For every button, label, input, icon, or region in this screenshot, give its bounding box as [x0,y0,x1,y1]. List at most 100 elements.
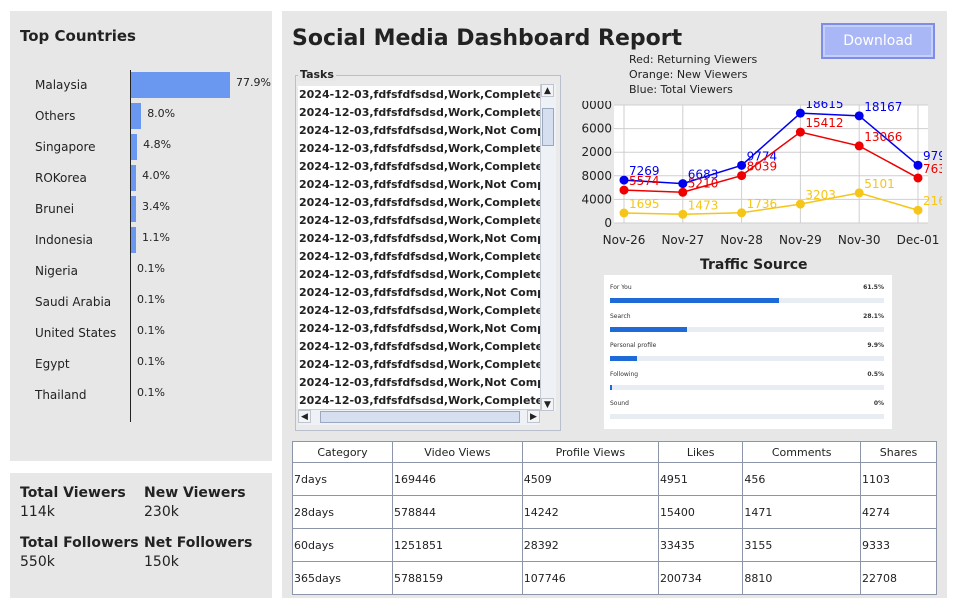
table-cell: 14242 [521,495,659,529]
data-point [737,208,747,218]
data-point [854,188,864,198]
traffic-source-value: 0% [873,400,884,407]
x-tick-label: Nov-26 [603,233,646,247]
table-cell: 1251851 [391,528,523,562]
country-bar [131,103,142,129]
data-point [619,175,629,185]
task-list-item[interactable]: 2024-12-03,fdfsfdfsdsd,Work,Completed [298,302,542,320]
traffic-source-label: Search [610,313,631,320]
y-tick-label: 16000 [582,122,612,136]
table-row[interactable]: 365days 5788159 107746 200734 8810 22708 [292,561,938,595]
country-label: ROKorea [35,171,87,185]
task-list-item[interactable]: 2024-12-03,fdfsfdfsdsd,Work,Completed [298,158,542,176]
task-list-item[interactable]: 2024-12-03,fdfsfdfsdsd,Work,Completed [298,356,542,374]
data-point [795,199,805,209]
top-countries-title: Top Countries [20,27,136,45]
table-row[interactable]: 60days 1251851 28392 33435 3155 9333 [292,528,938,562]
task-list-item[interactable]: 2024-12-03,fdfsfdfsdsd,Work,Completed [298,194,542,212]
task-list-item[interactable]: 2024-12-03,fdfsfdfsdsd,Work,Completed [298,140,542,158]
y-tick-label: 8000 [582,169,612,183]
data-point [678,187,688,197]
data-label: 5574 [629,174,660,188]
table-column-header[interactable]: Video Views [391,441,523,463]
country-value-label: 0.1% [137,262,165,275]
task-list-item[interactable]: 2024-12-03,fdfsfdfsdsd,Work,Completed [298,266,542,284]
traffic-source-bar-track [610,327,884,332]
table-row[interactable]: 7days 169446 4509 4951 456 1103 [292,462,938,496]
table-row[interactable]: 28days 578844 14242 15400 1471 4274 [292,495,938,529]
data-label: 5210 [688,176,719,190]
table-cell: 5788159 [391,561,523,595]
table-cell: 28392 [521,528,659,562]
table-column-header[interactable]: Shares [859,441,938,463]
country-label: Saudi Arabia [35,295,112,309]
scroll-down-icon[interactable]: ▼ [541,398,554,411]
stat-total-viewers-label: Total Viewers [20,485,126,501]
data-point [913,160,923,170]
task-list-item[interactable]: 2024-12-03,fdfsfdfsdsd,Work,Not Complete… [298,320,542,338]
table-cell: 22708 [859,561,938,595]
table-cell: 4509 [521,462,659,496]
data-label: 15412 [805,116,843,130]
tasks-list[interactable]: 2024-12-03,fdfsfdfsdsd,Work,Completed 202… [298,86,542,410]
table-cell: 33435 [657,528,744,562]
task-list-item[interactable]: 2024-12-03,fdfsfdfsdsd,Work,Not Complete… [298,122,542,140]
country-value-label: 77.9% [236,76,271,89]
country-label: Nigeria [35,264,78,278]
stat-total-viewers: Total Viewers 114k [20,484,126,522]
traffic-source-bar-fill [610,356,638,361]
tasks-horizontal-scrollbar[interactable]: ◀ ▶ [298,409,540,425]
table-cell: 7days [292,462,393,496]
data-point [795,127,805,137]
country-label: Brunei [35,202,75,216]
table-cell: 456 [742,462,861,496]
task-list-item[interactable]: 2024-12-03,fdfsfdfsdsd,Work,Completed [298,248,542,266]
data-label: 3203 [805,188,836,202]
table-column-header[interactable]: Likes [657,441,744,463]
task-list-item[interactable]: 2024-12-03,fdfsfdfsdsd,Work,Completed [298,212,542,230]
data-label: 1695 [629,197,660,211]
scroll-up-icon[interactable]: ▲ [541,84,554,97]
horizontal-scroll-thumb[interactable] [320,411,520,423]
scroll-left-icon[interactable]: ◀ [298,410,311,423]
country-value-label: 0.1% [137,293,165,306]
table-column-header[interactable]: Comments [742,441,861,463]
stat-net-followers-label: Net Followers [144,535,253,551]
legend-total-viewers: Blue: Total Viewers [629,83,733,96]
country-value-label: 8.0% [147,107,176,120]
data-label: 18615 [805,101,843,111]
metrics-table: Category Video Views Profile Views Likes Com… [292,441,938,595]
traffic-source-bar-track [610,385,884,390]
task-list-item[interactable]: 2024-12-03,fdfsfdfsdsd,Work,Completed [298,392,542,410]
vertical-scroll-thumb[interactable] [542,108,554,146]
stat-new-viewers-value: 230k [144,504,179,520]
traffic-source-value: 0.5% [867,371,884,378]
table-column-header[interactable]: Profile Views [521,441,659,463]
task-list-item[interactable]: 2024-12-03,fdfsfdfsdsd,Work,Completed [298,86,542,104]
stat-new-viewers-label: New Viewers [144,485,246,501]
stat-total-followers-value: 550k [20,554,55,570]
data-point [913,205,923,215]
scroll-right-icon[interactable]: ▶ [527,410,540,423]
task-list-item[interactable]: 2024-12-03,fdfsfdfsdsd,Work,Not Complete… [298,284,542,302]
task-list-item[interactable]: 2024-12-03,fdfsfdfsdsd,Work,Completed [298,104,542,122]
table-column-header[interactable]: Category [292,441,393,463]
country-label: United States [35,326,117,340]
y-tick-label: 0 [604,216,612,230]
table-cell: 1103 [859,462,938,496]
stats-panel: Total Viewers 114k New Viewers 230k Tota… [10,473,272,598]
task-list-item[interactable]: 2024-12-03,fdfsfdfsdsd,Work,Not Complete… [298,230,542,248]
data-point [678,179,688,189]
tasks-title: Tasks [298,68,336,81]
tasks-vertical-scrollbar[interactable]: ▲ ▼ [540,84,556,411]
traffic-source-label: Sound [610,400,629,407]
table-cell: 4951 [657,462,744,496]
y-tick-label: 20000 [582,101,612,112]
country-value-label: 0.1% [137,355,165,368]
task-list-item[interactable]: 2024-12-03,fdfsfdfsdsd,Work,Completed [298,338,542,356]
table-cell: 28days [292,495,393,529]
task-list-item[interactable]: 2024-12-03,fdfsfdfsdsd,Work,Not Complete… [298,176,542,194]
main-panel: Social Media Dashboard Report Download T… [282,11,947,598]
download-button[interactable]: Download [821,23,935,59]
task-list-item[interactable]: 2024-12-03,fdfsfdfsdsd,Work,Not Complete… [298,374,542,392]
